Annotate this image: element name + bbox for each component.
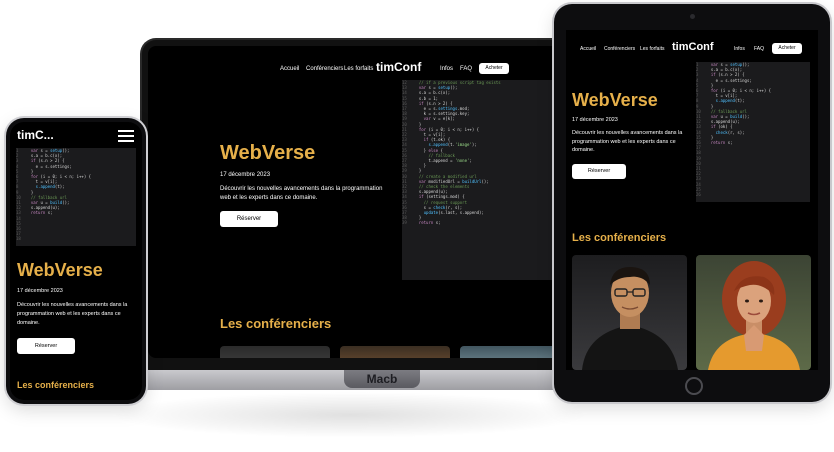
nav-conferenciers[interactable]: Conférenciers	[306, 66, 343, 72]
hero-title: WebVerse	[17, 260, 103, 280]
speaker-woman-illustration	[708, 261, 800, 370]
speaker-photo-2	[340, 346, 450, 358]
code-lines: // if a previous script tag exists var s…	[418, 80, 501, 226]
reserve-button[interactable]: Réserver	[572, 164, 626, 179]
hero-date: 17 décembre 2023	[572, 117, 618, 123]
nav-faq[interactable]: FAQ	[460, 66, 472, 72]
hero-title: WebVerse	[220, 142, 316, 164]
floor-shadow	[110, 392, 590, 438]
hero-description: Découvrir les nouvelles avancements dans…	[220, 186, 383, 201]
site-logo[interactable]: timC...	[17, 128, 54, 142]
site-logo[interactable]: timConf	[376, 60, 421, 74]
buy-button[interactable]: Acheter	[772, 43, 802, 54]
nav-infos[interactable]: Infos	[734, 46, 745, 52]
hamburger-menu-icon[interactable]	[118, 130, 134, 142]
code-lines: var s = setup(); s.a = b.c(x); if (s.n >…	[710, 62, 772, 146]
nav-faq[interactable]: FAQ	[754, 46, 764, 52]
nav-forfaits[interactable]: Les forfaits	[344, 66, 373, 72]
speaker-photo-3	[460, 346, 566, 358]
speaker-man-illustration	[582, 267, 678, 370]
code-lines: var s = setup(); s.a = b.c(x); if (s.n >…	[30, 148, 92, 216]
reserve-button[interactable]: Réserver	[220, 211, 278, 227]
tablet-camera	[690, 14, 695, 19]
phone-screen: timC... 1 2 3 4 5 6 7 8 9 10 11 12 13 14…	[10, 122, 142, 400]
hero-description: Découvrir les nouvelles avancements dans…	[572, 130, 683, 153]
speaker-photo-1	[220, 346, 330, 358]
hero-title: WebVerse	[572, 90, 658, 110]
buy-button[interactable]: Acheter	[479, 63, 509, 74]
reserve-button[interactable]: Réserver	[17, 338, 75, 354]
nav-accueil[interactable]: Accueil	[580, 46, 596, 52]
hero-date: 17 décembre 2023	[17, 288, 63, 294]
nav-infos[interactable]: Infos	[440, 66, 453, 72]
tablet-home-button[interactable]	[685, 377, 703, 395]
speaker-photo-1	[572, 255, 687, 370]
nav-accueil[interactable]: Accueil	[280, 66, 299, 72]
speakers-heading: Les conférenciers	[17, 380, 95, 390]
laptop-brand-label: Macb	[366, 372, 398, 386]
speakers-heading: Les conférenciers	[572, 232, 667, 244]
hero-description: Découvrir les nouvelles avancements dans…	[17, 302, 128, 326]
speakers-heading: Les conférenciers	[220, 316, 332, 331]
speaker-photo-2	[696, 255, 811, 370]
nav-conferenciers[interactable]: Conférenciers	[604, 46, 635, 52]
hero-date: 17 décembre 2023	[220, 172, 271, 178]
laptop-screen: Accueil Conférenciers Les forfaits timCo…	[148, 46, 566, 358]
tablet-screen: Accueil Conférenciers Les forfaits timCo…	[566, 30, 818, 370]
site-logo[interactable]: timConf	[672, 41, 714, 53]
nav-forfaits[interactable]: Les forfaits	[640, 46, 664, 52]
